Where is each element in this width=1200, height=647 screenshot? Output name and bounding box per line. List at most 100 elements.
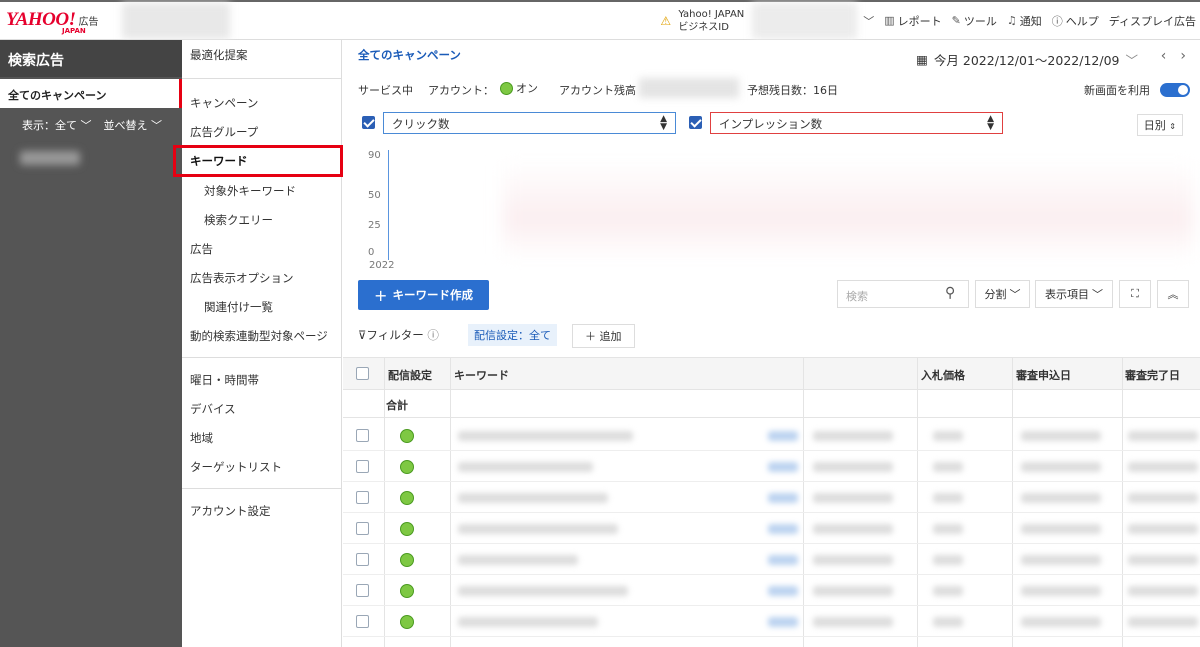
report-link[interactable]: ▥ レポート bbox=[884, 13, 941, 29]
business-id-line2: ビジネスID bbox=[678, 21, 729, 33]
sort-arrows-icon: ▲ ▼ bbox=[660, 114, 667, 132]
row-checkbox[interactable] bbox=[356, 584, 369, 597]
add-filter-button[interactable]: ＋ 追加 bbox=[572, 324, 635, 348]
split-dropdown[interactable]: 分割 ﹀ bbox=[975, 280, 1030, 308]
next-period-icon[interactable]: › bbox=[1180, 48, 1186, 64]
logo-suffix: 広告 bbox=[78, 16, 99, 28]
row-checkbox[interactable] bbox=[356, 522, 369, 535]
help-icon: ⓘ bbox=[1051, 14, 1063, 28]
account-label: アカウント： bbox=[428, 84, 494, 97]
metric1-select[interactable]: クリック数 ▲ ▼ bbox=[383, 112, 676, 134]
col-delivery[interactable]: 配信設定 bbox=[388, 367, 432, 383]
display-ads-link[interactable]: ディスプレイ広告 bbox=[1109, 13, 1196, 29]
col-review-applied[interactable]: 審査申込日 bbox=[1016, 367, 1071, 383]
metric1-checkbox[interactable] bbox=[362, 116, 375, 129]
calendar-icon: ▦ bbox=[916, 52, 928, 67]
search-icon[interactable]: ⚲ bbox=[945, 285, 955, 301]
table-row[interactable] bbox=[343, 575, 1200, 606]
sidebar-item-all-campaigns[interactable]: 全てのキャンペーン bbox=[0, 79, 182, 108]
new-screen-toggle[interactable] bbox=[1160, 83, 1190, 97]
row-checkbox[interactable] bbox=[356, 429, 369, 442]
granularity-select[interactable]: 日別 ⇕ bbox=[1136, 114, 1183, 136]
nav-adgroup[interactable]: 広告グループ bbox=[182, 117, 341, 146]
date-range-selector[interactable]: ▦ 今月 2022/12/01〜2022/12/09 ﹀ bbox=[916, 50, 1138, 69]
nav-associations[interactable]: 関連付け一覧 bbox=[182, 292, 341, 321]
row-checkbox[interactable] bbox=[356, 491, 369, 504]
new-screen-label: 新画面を利用 bbox=[1084, 84, 1150, 97]
nav-search-query[interactable]: 検索クエリー bbox=[182, 205, 341, 234]
y-tick: 90 bbox=[368, 150, 381, 161]
row-checkbox[interactable] bbox=[356, 553, 369, 566]
nav-day-time[interactable]: 曜日・時間帯 bbox=[182, 365, 341, 394]
table-header: 配信設定 キーワード 入札価格 審査申込日 審査完了日 bbox=[343, 357, 1200, 390]
col-keyword[interactable]: キーワード bbox=[454, 367, 509, 383]
col-bid[interactable]: 入札価格 bbox=[921, 367, 965, 383]
filter-button[interactable]: ⊽フィルター ⓘ bbox=[358, 327, 439, 343]
nav-ad-extensions[interactable]: 広告表示オプション bbox=[182, 263, 341, 292]
notifications-link[interactable]: ♫ 通知 bbox=[1007, 13, 1042, 29]
col-review-done[interactable]: 審査完了日 bbox=[1125, 367, 1180, 383]
sidebar: 検索広告 全てのキャンペーン 表示：全て ﹀ 並べ替え ﹀ bbox=[0, 40, 182, 647]
collapse-icon[interactable]: ︽ bbox=[1157, 280, 1189, 308]
nav-target-list[interactable]: ターゲットリスト bbox=[182, 452, 341, 481]
chevron-down-icon: ﹀ bbox=[1125, 53, 1138, 68]
prev-period-icon[interactable]: ‹ bbox=[1161, 48, 1167, 64]
sort-arrows-icon: ⇕ bbox=[1169, 122, 1176, 131]
display-items-dropdown[interactable]: 表示項目 ﹀ bbox=[1035, 280, 1113, 308]
nav-account-settings[interactable]: アカウント設定 bbox=[182, 496, 341, 525]
nav-region[interactable]: 地域 bbox=[182, 423, 341, 452]
sidebar-title[interactable]: 検索広告 bbox=[0, 40, 182, 77]
bell-icon: ♫ bbox=[1006, 14, 1017, 27]
nav-campaign[interactable]: キャンペーン bbox=[182, 88, 341, 117]
metric2-checkbox[interactable] bbox=[689, 116, 702, 129]
account-on: オン bbox=[500, 80, 538, 96]
row-checkbox[interactable] bbox=[356, 460, 369, 473]
nav-ads[interactable]: 広告 bbox=[182, 234, 341, 263]
status-dot-icon bbox=[400, 584, 414, 598]
sort-dropdown[interactable]: 並べ替え ﹀ bbox=[104, 117, 163, 133]
y-tick: 25 bbox=[368, 220, 381, 231]
table-row[interactable] bbox=[343, 606, 1200, 637]
business-id[interactable]: ⚠ Yahoo! JAPAN ビジネスID bbox=[660, 8, 744, 34]
y-axis-line bbox=[388, 150, 389, 260]
nav-negative-keyword[interactable]: 対象外キーワード bbox=[182, 176, 341, 205]
table-row[interactable] bbox=[343, 482, 1200, 513]
status-dot-icon bbox=[400, 491, 414, 505]
row-checkbox[interactable] bbox=[356, 615, 369, 628]
blurred-campaign bbox=[20, 151, 80, 165]
nav-dynamic-search-pages[interactable]: 動的検索連動型対象ページ bbox=[182, 321, 341, 350]
status-dot-icon bbox=[400, 460, 414, 474]
tools-link[interactable]: ✎ ツール bbox=[952, 13, 997, 29]
help-icon: ⓘ bbox=[427, 328, 439, 342]
blurred-balance bbox=[639, 78, 739, 98]
table-row[interactable] bbox=[343, 544, 1200, 575]
main-panel: 全てのキャンペーン ▦ 今月 2022/12/01〜2022/12/09 ﹀ ‹… bbox=[343, 40, 1200, 647]
table-row[interactable] bbox=[343, 513, 1200, 544]
nav-menu: 最適化提案 キャンペーン 広告グループ キーワード 対象外キーワード 検索クエリ… bbox=[173, 40, 343, 647]
filter-chip-delivery[interactable]: 配信設定：全て bbox=[468, 324, 557, 346]
status-dot-icon bbox=[400, 553, 414, 567]
help-link[interactable]: ⓘ ヘルプ bbox=[1052, 13, 1099, 29]
plus-icon: ＋ bbox=[585, 330, 596, 343]
top-bar: YAHOO! JAPAN 広告 ⚠ Yahoo! JAPAN ビジネスID ﹀ … bbox=[0, 0, 1200, 40]
chevron-down-icon: ﹀ bbox=[1092, 288, 1103, 301]
chevron-down-icon[interactable]: ﹀ bbox=[863, 13, 874, 29]
table-row[interactable] bbox=[343, 420, 1200, 451]
fullscreen-icon[interactable]: ⛶ bbox=[1119, 280, 1151, 308]
status-dot-icon bbox=[400, 615, 414, 629]
metric2-select[interactable]: インプレッション数 ▲ ▼ bbox=[710, 112, 1003, 134]
select-all-checkbox[interactable] bbox=[356, 367, 369, 380]
sort-arrows-icon: ▲ ▼ bbox=[987, 114, 994, 132]
yahoo-logo[interactable]: YAHOO! JAPAN 広告 bbox=[0, 2, 118, 40]
status-dot-icon bbox=[400, 522, 414, 536]
y-tick: 0 bbox=[368, 247, 375, 258]
create-keyword-button[interactable]: + キーワード作成 bbox=[358, 280, 489, 310]
table-row[interactable] bbox=[343, 451, 1200, 482]
nav-device[interactable]: デバイス bbox=[182, 394, 341, 423]
business-id-line1: Yahoo! JAPAN bbox=[678, 8, 745, 20]
balance-label: アカウント残高 bbox=[559, 84, 636, 97]
nav-optimization[interactable]: 最適化提案 bbox=[182, 41, 341, 69]
nav-keyword[interactable]: キーワード bbox=[173, 145, 343, 177]
display-filter[interactable]: 表示：全て ﹀ bbox=[22, 117, 92, 133]
breadcrumb[interactable]: 全てのキャンペーン bbox=[358, 47, 461, 63]
